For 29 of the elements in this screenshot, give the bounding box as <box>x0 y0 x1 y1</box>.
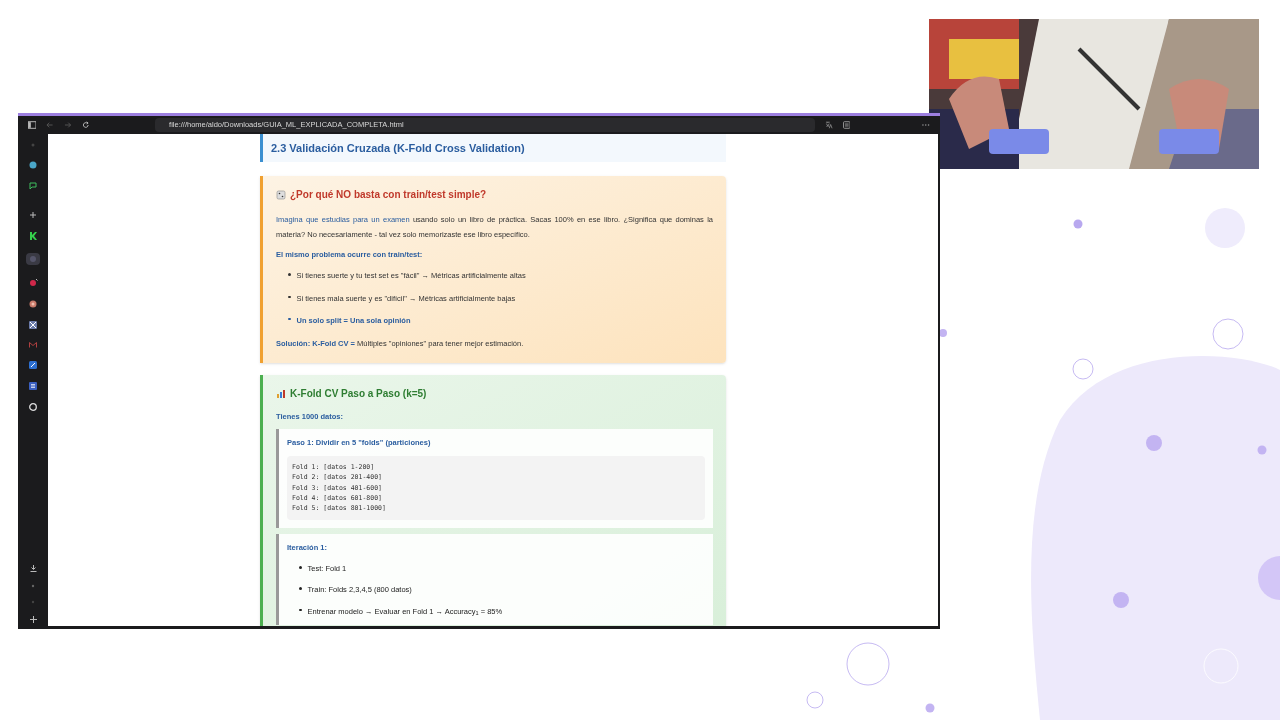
globe-icon[interactable] <box>29 161 37 169</box>
list-icon[interactable] <box>29 382 37 390</box>
card-title: K-Fold CV Paso a Paso (k=5) <box>290 387 427 402</box>
bar-chart-icon <box>276 389 286 399</box>
mail-icon[interactable] <box>29 342 37 348</box>
bullet-icon <box>288 295 291 298</box>
reload-icon[interactable] <box>81 121 90 129</box>
bullet-icon <box>299 608 302 611</box>
bullet-icon <box>299 587 302 590</box>
card-title: ¿Por qué NO basta con train/test simple? <box>290 188 487 202</box>
download-icon[interactable] <box>29 565 37 572</box>
plus-icon[interactable] <box>29 211 37 219</box>
letter-k-icon[interactable] <box>29 232 37 240</box>
reader-icon[interactable] <box>842 121 851 129</box>
bullet-icon <box>288 273 291 276</box>
section-title: 2.3 Validación Cruzada (K-Fold Cross Validation) <box>271 140 525 156</box>
dot-icon[interactable] <box>31 584 35 588</box>
square-icon[interactable] <box>29 321 37 329</box>
bullet-icon <box>299 566 302 569</box>
translate-icon[interactable] <box>825 121 833 129</box>
dot-icon[interactable] <box>31 600 35 604</box>
dot-icon[interactable] <box>30 142 36 148</box>
chat-icon[interactable] <box>29 182 37 190</box>
menu-icon[interactable] <box>922 123 930 127</box>
dice-icon <box>276 189 286 200</box>
sidebar-toggle-icon[interactable] <box>28 121 37 129</box>
circle-icon[interactable] <box>29 300 37 308</box>
bullet-icon <box>288 317 291 321</box>
plus-icon[interactable] <box>29 616 37 623</box>
